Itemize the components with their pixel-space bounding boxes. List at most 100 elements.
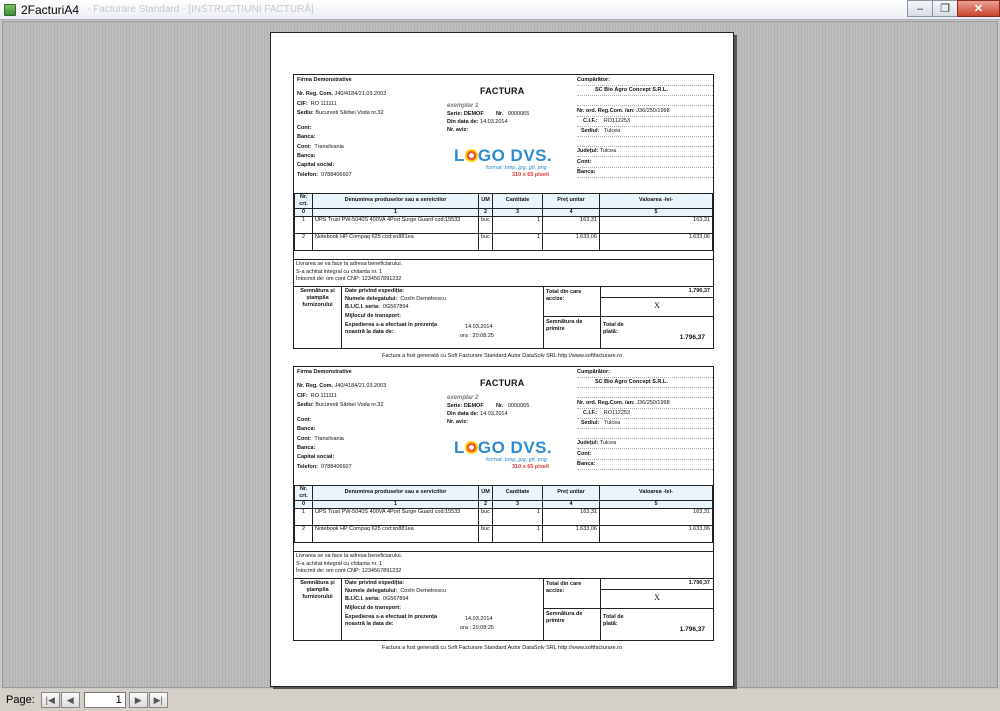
- buyer-cont-label: Cont:: [577, 158, 592, 165]
- totals-value-cell: 1.796,37 X Total de plată: 1.796,37: [601, 579, 713, 641]
- nr-label: Nr.: [495, 111, 504, 117]
- seller-telefon-label: Telefon:: [297, 171, 318, 178]
- receipt-signature-label: Semnătura de primire: [546, 319, 583, 332]
- serie-label: Serie:: [447, 403, 463, 409]
- col-header-price: Preț unitar: [542, 485, 600, 501]
- maximize-button[interactable]: ❐: [932, 0, 958, 17]
- expediere-label: Expedierea s-a efectuat în prezența noas…: [345, 614, 438, 627]
- row-name: UPS Trust PW-5040S 400VA 4Port Surge Gua…: [312, 507, 479, 526]
- row-nr: 1: [294, 507, 313, 526]
- serie-value: DEMOF: [463, 111, 484, 117]
- invoice-copy-1: Firma Demonstrative Nr. Reg. Com. J40/41…: [293, 74, 714, 349]
- delegat-value: Cosîn Demetrescu: [400, 296, 446, 302]
- row-um: buc: [478, 524, 493, 543]
- logo-circle-icon: [464, 441, 478, 454]
- col-header-value: Valoarea -lei-: [599, 193, 713, 209]
- buyer-sediu-value: Tulcea: [603, 419, 621, 426]
- total-label: Total din care accize:: [546, 289, 582, 302]
- expediere-date: 14.03.2014: [465, 324, 493, 330]
- next-page-button[interactable]: ▶: [128, 692, 148, 708]
- close-button[interactable]: ✕: [957, 0, 1000, 17]
- logo-circle-icon: [464, 149, 478, 162]
- buyer-sediu-label: Sediul:: [581, 127, 600, 134]
- col-header-price: Preț unitar: [542, 193, 600, 209]
- aviz-label: Nr. aviz:: [447, 127, 469, 133]
- seller-cif-value: RO 111111: [310, 100, 337, 107]
- seller-banca-label: Banca:: [297, 426, 316, 433]
- page-label: Page:: [6, 694, 35, 706]
- page-number-input[interactable]: 1: [83, 692, 126, 708]
- date-value: 14.03.2014: [480, 411, 508, 417]
- seller-firm: Firma Demonstrative: [297, 77, 352, 83]
- table-row: 1 UPS Trust PW-5040S 400VA 4Port Surge G…: [294, 507, 713, 526]
- aviz-label: Nr. aviz:: [447, 419, 469, 425]
- report-viewer[interactable]: Firma Demonstrative Nr. Reg. Com. J40/41…: [2, 21, 998, 688]
- buyer-reg-value: J36/250/1998: [636, 107, 670, 114]
- seller-cont2-label: Cont:: [297, 435, 312, 442]
- date-label: Din data de:: [447, 119, 479, 125]
- row-value: 1.633,06: [599, 232, 713, 251]
- accize-value: X: [601, 298, 713, 317]
- bi-label: B.I./C.I. seria:: [345, 304, 380, 310]
- col-header-nr: Nr. crt.: [294, 193, 313, 209]
- row-nr: 2: [294, 232, 313, 251]
- bi-value: 0G567894: [382, 596, 409, 602]
- row-price: 1.633,06: [542, 232, 600, 251]
- seller-reg-label: Nr. Reg. Com.: [297, 383, 334, 390]
- seller-banca-label: Banca:: [297, 134, 316, 141]
- seller-cont2-label: Cont:: [297, 143, 312, 150]
- invoice-notes: Livrarea se va face la adresa beneficiar…: [294, 551, 713, 577]
- seller-cont2-value: Transilvania: [314, 435, 344, 442]
- row-name: Notebook HP Compaq 625 cod:xn881ea: [312, 524, 479, 543]
- report-page: Firma Demonstrative Nr. Reg. Com. J40/41…: [270, 32, 734, 687]
- row-qty: 1: [492, 215, 543, 234]
- invoice-title: FACTURA: [480, 86, 525, 96]
- delegat-label: Numele delegatului:: [345, 296, 398, 302]
- window-subtitle: - Facturare Standard - [INSTRUCȚIUNI FAC…: [87, 4, 314, 15]
- seller-telefon-value: 0788406607: [321, 463, 352, 470]
- seller-reg-value: J40/4184/21.03.2003: [334, 91, 387, 98]
- totals-value-cell: 1.796,37 X Total de plată: 1.796,37: [601, 287, 713, 349]
- seller-capital-label: Capital social:: [297, 162, 335, 169]
- row-qty: 1: [492, 507, 543, 526]
- next-page-icon: ▶: [134, 694, 142, 705]
- buyer-banca-label: Banca:: [577, 168, 596, 175]
- logo-text-a: L: [454, 146, 465, 165]
- logo-text-b: GO DVS.: [477, 438, 553, 457]
- first-page-button[interactable]: |◀: [40, 692, 60, 708]
- logo-text-a: L: [454, 438, 465, 457]
- expedition-title: Date privind expediția:: [345, 288, 404, 294]
- seller-cif-label: CIF:: [297, 392, 308, 399]
- col-header-value: Valoarea -lei-: [599, 485, 713, 501]
- buyer-block: Cumpărător: SC Bio Agro Concept S.R.L. N…: [577, 369, 713, 471]
- seller-capital-label: Capital social:: [297, 454, 335, 461]
- totals-label-cell: Total din care accize: Semnătura de prim…: [544, 579, 601, 641]
- seller-cif-label: CIF:: [297, 100, 308, 107]
- last-page-button[interactable]: ▶|: [148, 692, 168, 708]
- table-row: 2 Notebook HP Compaq 625 cod:xn881ea buc…: [294, 524, 713, 543]
- delegat-label: Numele delegatului:: [345, 588, 398, 594]
- logo-pixels: 310 x 65 pixeli: [512, 463, 549, 470]
- minimize-button[interactable]: –: [907, 0, 933, 17]
- index-1: 1: [312, 499, 479, 509]
- seller-cont-label: Cont:: [297, 125, 312, 132]
- total-label: Total din care accize:: [546, 581, 582, 594]
- row-qty: 1: [492, 232, 543, 251]
- index-3: 3: [492, 499, 543, 509]
- products-table: Nr. crt. Denumirea produselor sau a serv…: [294, 193, 713, 251]
- prev-page-button[interactable]: ◀: [60, 692, 80, 708]
- generated-by-note: Factura a fost generată cu Soft Facturar…: [381, 353, 623, 359]
- seller-telefon-value: 0788406607: [321, 171, 352, 178]
- transport-label: Mijlocul de transport:: [345, 605, 401, 611]
- seller-cont2-value: Transilvania: [314, 143, 344, 150]
- index-0: 0: [294, 499, 313, 509]
- supplier-signature-cell: Semnătura și ștampila furnizorului: [294, 579, 342, 641]
- total-plata-value: 1.796,37: [679, 626, 705, 633]
- bi-value: 0G567894: [382, 304, 409, 310]
- row-name: Notebook HP Compaq 625 cod:xn881ea: [312, 232, 479, 251]
- buyer-judet-label: Județul:: [577, 148, 599, 155]
- logo-formats: format: bmp, jpg, gif, png: [486, 165, 547, 171]
- seller-banca2-label: Banca:: [297, 445, 316, 452]
- nr-value: 0000065: [507, 403, 530, 409]
- col-header-um: UM: [478, 485, 493, 501]
